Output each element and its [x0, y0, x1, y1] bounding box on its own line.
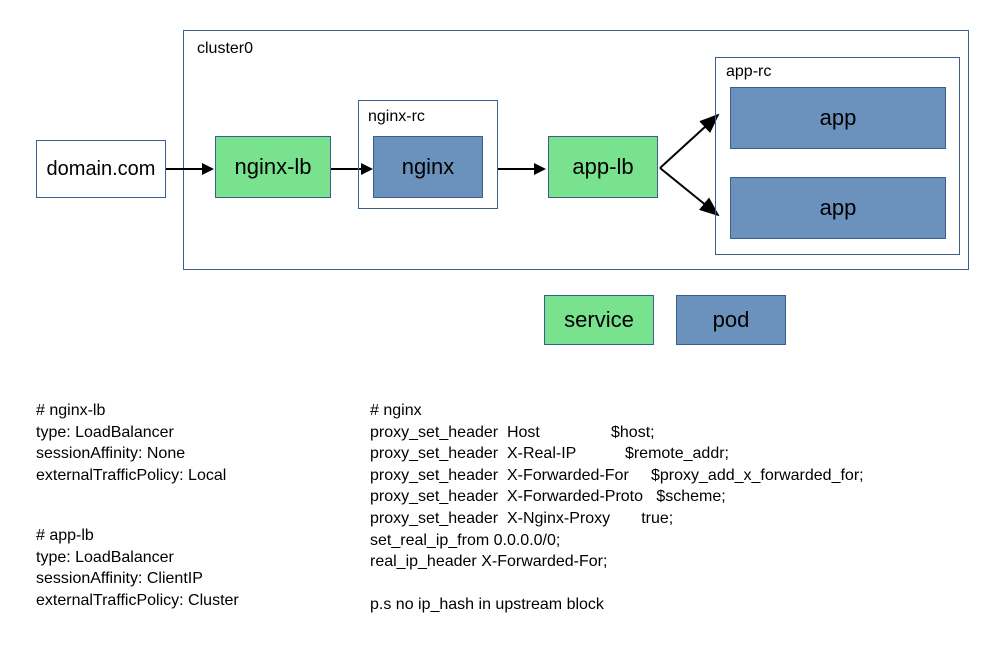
nginx-box: nginx	[373, 136, 483, 198]
nginx-config: # nginx proxy_set_header Host $host; pro…	[370, 400, 864, 616]
app-label-2: app	[820, 195, 857, 221]
app-lb-box: app-lb	[548, 136, 658, 198]
arrow-nginx-applb	[498, 168, 534, 170]
arrow-domain-nginxlb	[166, 168, 202, 170]
nginx-lb-box: nginx-lb	[215, 136, 331, 198]
arrow-domain-nginxlb-head	[202, 163, 214, 175]
nginx-lb-config: # nginx-lb type: LoadBalancer sessionAff…	[36, 400, 226, 486]
legend-pod-label: pod	[713, 307, 750, 333]
app-rc-label: app-rc	[726, 63, 771, 81]
app-lb-label: app-lb	[572, 154, 633, 180]
app-box-1: app	[730, 87, 946, 149]
arrow-nginx-applb-head	[534, 163, 546, 175]
nginx-rc-label: nginx-rc	[368, 108, 425, 126]
legend-pod: pod	[676, 295, 786, 345]
nginx-label: nginx	[402, 154, 455, 180]
arrow-nginxlb-nginx	[331, 168, 361, 170]
legend-service: service	[544, 295, 654, 345]
app-box-2: app	[730, 177, 946, 239]
app-label-1: app	[820, 105, 857, 131]
nginx-lb-label: nginx-lb	[234, 154, 311, 180]
cluster-label: cluster0	[197, 40, 253, 58]
domain-label: domain.com	[47, 158, 156, 181]
domain-box: domain.com	[36, 140, 166, 198]
legend-service-label: service	[564, 307, 634, 333]
app-lb-config: # app-lb type: LoadBalancer sessionAffin…	[36, 525, 239, 611]
